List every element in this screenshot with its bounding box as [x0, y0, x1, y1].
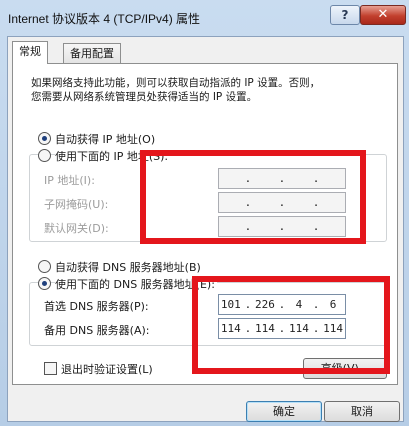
ip-address-label: IP 地址(I):	[44, 174, 95, 187]
preferred-dns-label: 首选 DNS 服务器(P):	[44, 300, 149, 313]
auto-dns-radio[interactable]	[38, 260, 51, 273]
help-button[interactable]: ?	[330, 5, 360, 25]
dialog-window: Internet 协议版本 4 (TCP/IPv4) 属性 ? ✕ 常规 备用配…	[0, 0, 409, 426]
auto-dns-label[interactable]: 自动获得 DNS 服务器地址(B)	[55, 259, 201, 275]
annotation-box-dns	[192, 276, 390, 374]
tab-general[interactable]: 常规	[12, 41, 48, 64]
ok-button[interactable]: 确定	[246, 401, 322, 422]
alternate-dns-label: 备用 DNS 服务器(A):	[44, 324, 150, 337]
description-line-2: 您需要从网络系统管理员处获得适当的 IP 设置。	[31, 91, 258, 103]
annotation-box-ip	[140, 150, 366, 244]
window-title: Internet 协议版本 4 (TCP/IPv4) 属性	[8, 12, 201, 26]
validate-on-exit-checkbox[interactable]	[44, 362, 57, 375]
validate-on-exit-label[interactable]: 退出时验证设置(L)	[61, 361, 153, 377]
auto-ip-label[interactable]: 自动获得 IP 地址(O)	[55, 131, 155, 147]
auto-ip-radio[interactable]	[38, 132, 51, 145]
manual-ip-radio[interactable]	[38, 149, 51, 162]
close-button[interactable]: ✕	[360, 5, 406, 25]
cancel-button[interactable]: 取消	[324, 401, 400, 422]
manual-dns-radio[interactable]	[38, 277, 51, 290]
description-line-1: 如果网络支持此功能，则可以获取自动指派的 IP 设置。否则，	[31, 77, 321, 89]
tab-alternate-config[interactable]: 备用配置	[63, 43, 121, 64]
title-bar[interactable]: Internet 协议版本 4 (TCP/IPv4) 属性 ? ✕	[0, 0, 409, 36]
subnet-mask-label: 子网掩码(U):	[44, 198, 109, 211]
description-text: 如果网络支持此功能，则可以获取自动指派的 IP 设置。否则， 您需要从网络系统管…	[31, 76, 320, 104]
default-gateway-label: 默认网关(D):	[44, 222, 109, 235]
